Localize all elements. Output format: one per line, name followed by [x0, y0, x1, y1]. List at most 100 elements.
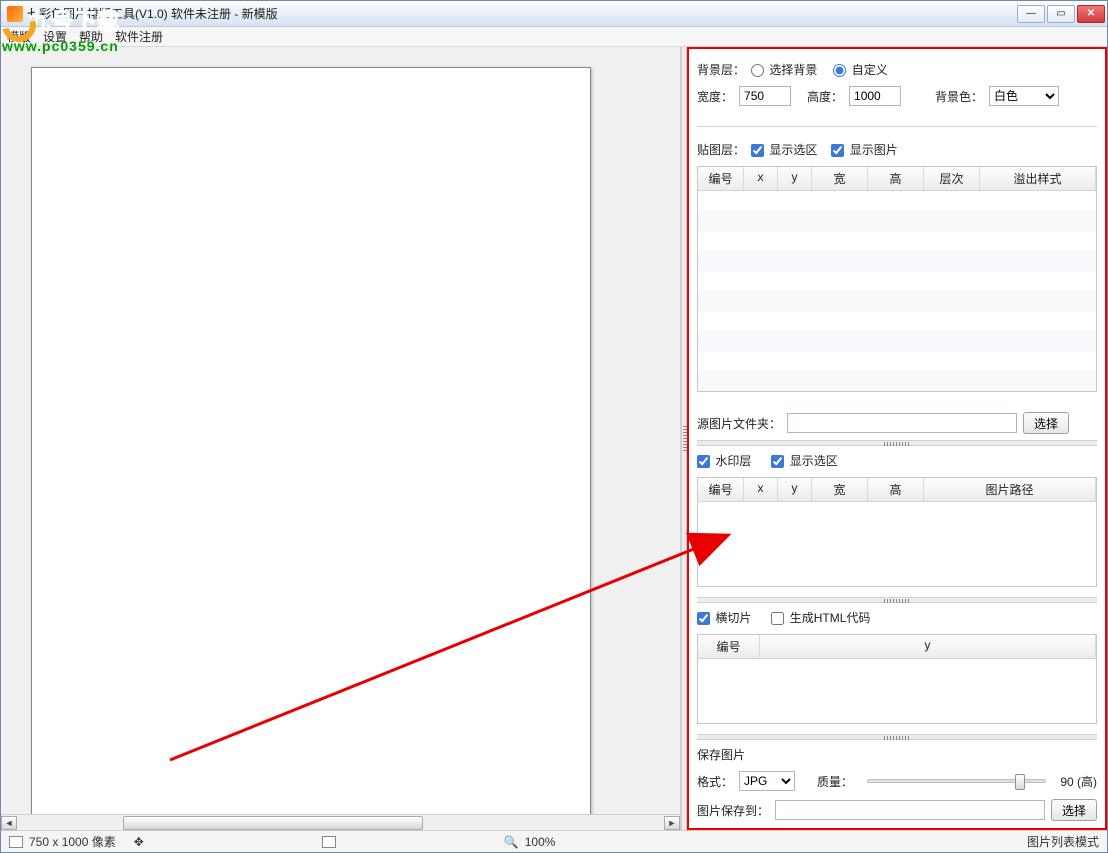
- scroll-track[interactable]: [33, 816, 648, 830]
- horizontal-scrollbar[interactable]: ◄ ►: [1, 814, 680, 830]
- bg-radio-select-label: 选择背景: [769, 63, 817, 77]
- wm-label: 水印层: [715, 454, 751, 468]
- bg-width-label: 宽度：: [697, 88, 733, 105]
- paste-show-area-checkbox[interactable]: 显示选区: [751, 141, 817, 158]
- wm-table-body[interactable]: [698, 502, 1096, 586]
- wm-col-y: y: [778, 478, 812, 501]
- section-watermark: 水印层 显示选区 编号 x y 宽 高 图片路径: [697, 446, 1097, 597]
- bg-radio-select[interactable]: 选择背景: [751, 61, 817, 78]
- canvas-pane: ◄ ►: [1, 47, 681, 830]
- bg-label: 背景层：: [697, 61, 745, 78]
- canvas-page: [31, 67, 591, 814]
- menu-settings[interactable]: 设置: [43, 28, 67, 45]
- bg-height-label: 高度：: [807, 88, 843, 105]
- col-y: y: [778, 167, 812, 190]
- save-to-input[interactable]: [775, 800, 1045, 820]
- paste-show-img-checkbox[interactable]: 显示图片: [831, 141, 897, 158]
- wm-show-area-label: 显示选区: [790, 454, 838, 468]
- col-w: 宽: [812, 167, 868, 190]
- move-icon: ✥: [134, 835, 144, 849]
- bg-color-select[interactable]: 白色: [989, 86, 1059, 106]
- horizontal-splitter-2[interactable]: [697, 597, 1097, 603]
- section-paste: 贴图层： 显示选区 显示图片 编号 x y 宽 高 层次 溢出样式: [697, 135, 1097, 402]
- menu-register[interactable]: 软件注册: [115, 28, 163, 45]
- wm-table[interactable]: 编号 x y 宽 高 图片路径: [697, 477, 1097, 587]
- save-quality-label: 质量：: [817, 773, 853, 790]
- minimize-button[interactable]: —: [1017, 5, 1045, 23]
- scroll-right-arrow-icon[interactable]: ►: [664, 816, 680, 830]
- slider-knob[interactable]: [1015, 774, 1025, 790]
- slice-label: 横切片: [715, 611, 751, 625]
- status-zoom: 🔍 100%: [504, 835, 556, 849]
- bg-width-input[interactable]: [739, 86, 791, 106]
- save-fmt-label: 格式：: [697, 773, 733, 790]
- section-bg: 背景层： 选择背景 自定义 宽度： 高度： 背景色： 白色: [697, 55, 1097, 124]
- bg-color-label: 背景色：: [935, 88, 983, 105]
- slice-genhtml-checkbox[interactable]: 生成HTML代码: [771, 609, 870, 626]
- wm-col-x: x: [744, 478, 778, 501]
- section-slice: 横切片 生成HTML代码 编号 y: [697, 603, 1097, 734]
- menu-help[interactable]: 帮助: [79, 28, 103, 45]
- srcfolder-browse-button[interactable]: 选择: [1023, 412, 1069, 434]
- crop-icon: [322, 836, 336, 848]
- horizontal-splitter-1[interactable]: [697, 440, 1097, 446]
- save-to-browse-button[interactable]: 选择: [1051, 799, 1097, 821]
- wm-col-h: 高: [868, 478, 924, 501]
- app-icon: [7, 6, 23, 22]
- app-window: 七彩色图片排版工具(V1.0) 软件未注册 - 新模版 — ▭ ✕ 模版 设置 …: [0, 0, 1108, 853]
- col-ov: 溢出样式: [980, 167, 1096, 190]
- save-to-label: 图片保存到：: [697, 802, 769, 819]
- bg-radio-custom-label: 自定义: [852, 63, 888, 77]
- bg-radio-custom[interactable]: 自定义: [833, 61, 887, 78]
- paste-table[interactable]: 编号 x y 宽 高 层次 溢出样式: [697, 166, 1097, 392]
- statusbar: 750 x 1000 像素 ✥ 🔍 100% 图片列表模式: [1, 830, 1107, 852]
- canvas-viewport[interactable]: [1, 47, 680, 814]
- save-quality-value: 90 (高): [1060, 773, 1097, 790]
- wm-table-head: 编号 x y 宽 高 图片路径: [698, 478, 1096, 502]
- menu-template[interactable]: 模版: [7, 28, 31, 45]
- slice-checkbox[interactable]: 横切片: [697, 609, 751, 626]
- slice-table-body[interactable]: [698, 659, 1096, 723]
- slice-table[interactable]: 编号 y: [697, 634, 1097, 724]
- col-num: 编号: [698, 167, 744, 190]
- wm-col-num: 编号: [698, 478, 744, 501]
- srcfolder-label: 源图片文件夹：: [697, 415, 781, 432]
- close-button[interactable]: ✕: [1077, 5, 1105, 23]
- scroll-thumb[interactable]: [123, 816, 423, 830]
- paste-table-body[interactable]: [698, 191, 1096, 391]
- col-lvl: 层次: [924, 167, 980, 190]
- wm-col-w: 宽: [812, 478, 868, 501]
- maximize-button[interactable]: ▭: [1047, 5, 1075, 23]
- zoom-icon: 🔍: [504, 835, 519, 849]
- window-buttons: — ▭ ✕: [1017, 5, 1107, 23]
- wm-checkbox[interactable]: 水印层: [697, 452, 751, 469]
- window-title: 七彩色图片排版工具(V1.0) 软件未注册 - 新模版: [27, 5, 278, 22]
- status-crop-tool[interactable]: [322, 836, 336, 848]
- status-zoom-text: 100%: [525, 835, 556, 849]
- paste-show-img-label: 显示图片: [850, 143, 898, 157]
- slice-col-y: y: [760, 635, 1096, 658]
- paste-table-head: 编号 x y 宽 高 层次 溢出样式: [698, 167, 1096, 191]
- wm-show-area-checkbox[interactable]: 显示选区: [771, 452, 837, 469]
- side-panel: 背景层： 选择背景 自定义 宽度： 高度： 背景色： 白色 贴图层：: [687, 47, 1107, 830]
- divider: [697, 126, 1097, 127]
- slice-table-head: 编号 y: [698, 635, 1096, 659]
- scroll-left-arrow-icon[interactable]: ◄: [1, 816, 17, 830]
- slice-genhtml-label: 生成HTML代码: [790, 611, 871, 625]
- bg-height-input[interactable]: [849, 86, 901, 106]
- titlebar: 七彩色图片排版工具(V1.0) 软件未注册 - 新模版 — ▭ ✕: [1, 1, 1107, 27]
- slice-col-num: 编号: [698, 635, 760, 658]
- status-move-tool[interactable]: ✥: [134, 835, 144, 849]
- paste-label: 贴图层：: [697, 141, 745, 158]
- save-quality-slider[interactable]: [867, 779, 1046, 783]
- status-dims: 750 x 1000 像素: [9, 833, 116, 850]
- paste-show-area-label: 显示选区: [769, 143, 817, 157]
- dims-icon: [9, 836, 23, 848]
- horizontal-splitter-3[interactable]: [697, 734, 1097, 740]
- save-fmt-select[interactable]: JPG: [739, 771, 795, 791]
- status-dims-text: 750 x 1000 像素: [29, 833, 116, 850]
- section-save: 保存图片 格式： JPG 质量： 90 (高) 图片保存到： 选择: [697, 740, 1097, 821]
- save-label: 保存图片: [697, 746, 745, 763]
- col-h: 高: [868, 167, 924, 190]
- srcfolder-input[interactable]: [787, 413, 1017, 433]
